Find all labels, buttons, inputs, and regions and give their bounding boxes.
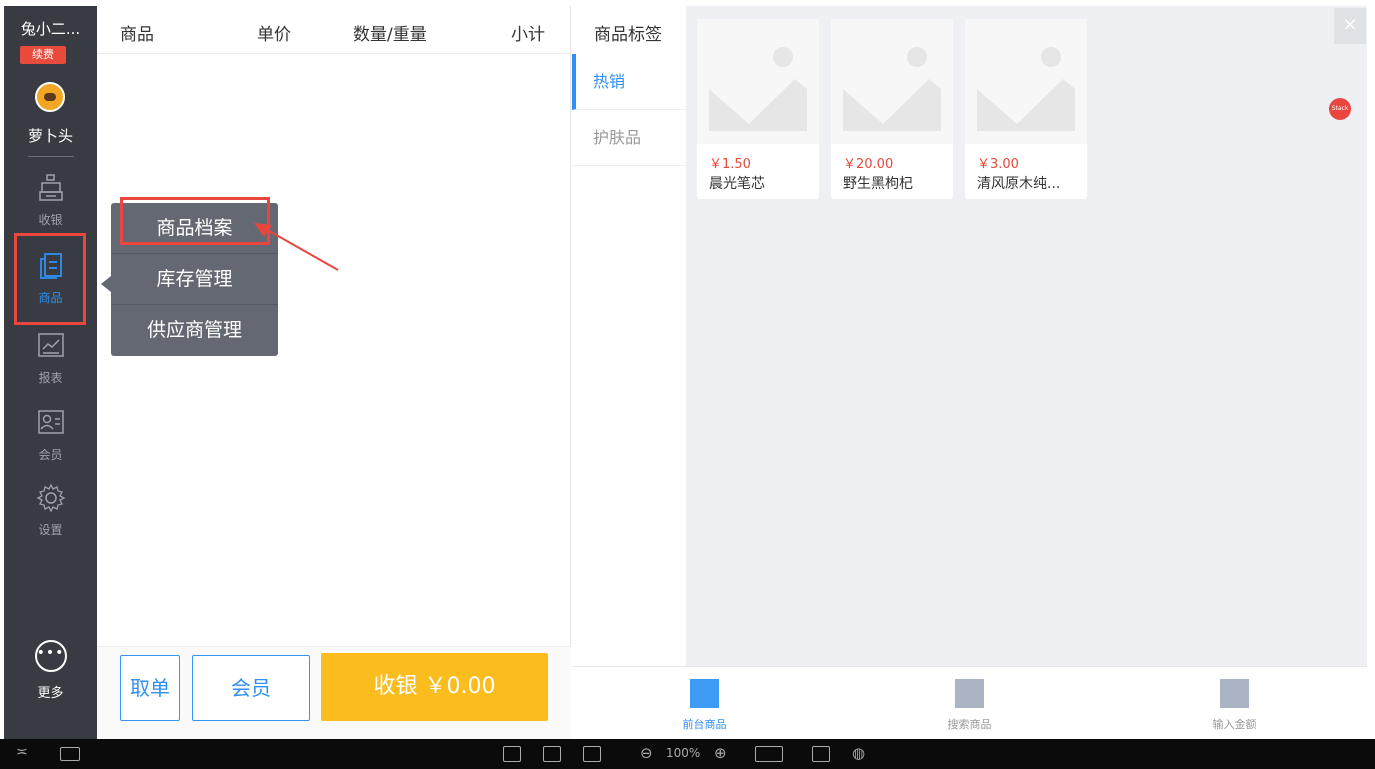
tab-label: 搜索商品 [947, 718, 992, 731]
image-placeholder-icon [697, 19, 819, 144]
settings-gear-icon [36, 483, 65, 513]
column-header-price: 单价 [257, 25, 291, 45]
product-name: 晨光笔芯 [709, 176, 765, 192]
product-card[interactable]: ￥1.50 晨光笔芯 [697, 19, 819, 199]
tab-search-products[interactable]: 搜索商品 [837, 667, 1102, 740]
avatar[interactable] [35, 82, 65, 112]
zoom-level: 100% [666, 746, 701, 760]
member-card-icon [37, 410, 64, 434]
close-button[interactable]: × [1334, 8, 1366, 44]
screenshot-icon[interactable] [60, 747, 80, 761]
rotate-icon[interactable] [543, 746, 561, 762]
header-divider [97, 53, 571, 54]
category-hot[interactable]: 热销 [572, 54, 686, 110]
column-header-quantity: 数量/重量 [353, 25, 427, 45]
product-card[interactable]: ￥20.00 野生黑枸杞 [831, 19, 953, 199]
zoom-out-icon[interactable]: ⊖ [640, 744, 653, 762]
product-price: ￥1.50 [709, 157, 751, 172]
cancel-order-button[interactable]: 取单 [120, 655, 180, 721]
tab-square-icon [690, 679, 719, 708]
nav-highlight-box [14, 233, 86, 325]
product-name: 野生黑枸杞 [843, 176, 913, 192]
column-header-product: 商品 [120, 25, 154, 45]
product-price: ￥3.00 [977, 157, 1019, 172]
menu-highlight-box [120, 197, 270, 245]
image-placeholder-icon [831, 19, 953, 144]
member-button[interactable]: 会员 [192, 655, 310, 721]
product-card[interactable]: ￥3.00 清风原木纯... [965, 19, 1087, 199]
product-price: ￥20.00 [843, 157, 894, 172]
back-icon[interactable] [583, 746, 601, 762]
image-placeholder-icon [965, 19, 1087, 144]
menu-item-suppliers[interactable]: 供应商管理 [111, 305, 278, 355]
column-header-subtotal: 小计 [511, 25, 545, 45]
checkout-button[interactable]: 收银 ￥0.00 [321, 653, 548, 721]
volume-right-icon[interactable]: ◍ [852, 744, 865, 762]
renew-button[interactable]: 续费 [20, 46, 66, 64]
bottom-tabs: 前台商品 搜索商品 输入金额 [572, 666, 1367, 739]
order-panel: 商品 单价 数量/重量 小计 [97, 6, 571, 739]
sidebar-item-reports[interactable]: 报表 [4, 331, 97, 401]
category-panel: 商品标签 热销 护肤品 [572, 6, 686, 666]
tab-enter-amount[interactable]: 输入金额 [1102, 667, 1367, 740]
sidebar-item-label: 会员 [38, 448, 63, 462]
tab-front-products[interactable]: 前台商品 [572, 667, 837, 740]
fit-icon[interactable] [755, 746, 783, 762]
fullscreen-icon[interactable] [812, 746, 830, 762]
menu-pointer [101, 276, 111, 292]
zoom-in-icon[interactable]: ⊕ [714, 744, 727, 762]
sidebar-item-label: 收银 [38, 213, 63, 227]
product-name: 清风原木纯... [977, 176, 1061, 192]
sidebar-item-settings[interactable]: 设置 [4, 483, 97, 553]
tab-square-icon [1220, 679, 1249, 708]
shop-name[interactable]: 兔小二... [4, 18, 97, 39]
username: 萝卜头 [27, 127, 73, 145]
collapse-chevron-icon[interactable]: ≍ [16, 744, 28, 760]
sidebar-item-label: 设置 [38, 523, 63, 537]
tab-label: 前台商品 [682, 718, 727, 731]
tab-label: 输入金额 [1212, 718, 1257, 731]
product-grid: ￥1.50 晨光笔芯 ￥20.00 野生黑枸杞 ￥3.00 清风原木纯... [686, 6, 1367, 666]
sidebar: 兔小二... 续费 萝卜头 收银 商品 报表 会员 设置 ••• 更多 [4, 6, 97, 739]
sidebar-item-label: 报表 [38, 371, 63, 385]
stack-badge[interactable]: Stack [1329, 98, 1351, 120]
system-toolbar: ≍ ⊖ 100% ⊕ ◍ [0, 739, 1375, 769]
annotation-arrow-icon [254, 223, 339, 271]
report-chart-icon [37, 333, 64, 357]
register-icon [38, 174, 63, 201]
more-dots-icon: ••• [34, 640, 67, 672]
tab-square-icon [955, 679, 984, 708]
volume-left-icon[interactable] [503, 746, 521, 762]
sidebar-divider [28, 156, 74, 157]
category-title: 商品标签 [594, 25, 662, 45]
pos-app: 兔小二... 续费 萝卜头 收银 商品 报表 会员 设置 ••• 更多 商品 单… [0, 0, 1375, 769]
more-label: 更多 [37, 686, 64, 701]
more-button[interactable]: ••• 更多 [4, 640, 97, 701]
category-skincare[interactable]: 护肤品 [572, 110, 686, 166]
sidebar-item-members[interactable]: 会员 [4, 408, 97, 478]
